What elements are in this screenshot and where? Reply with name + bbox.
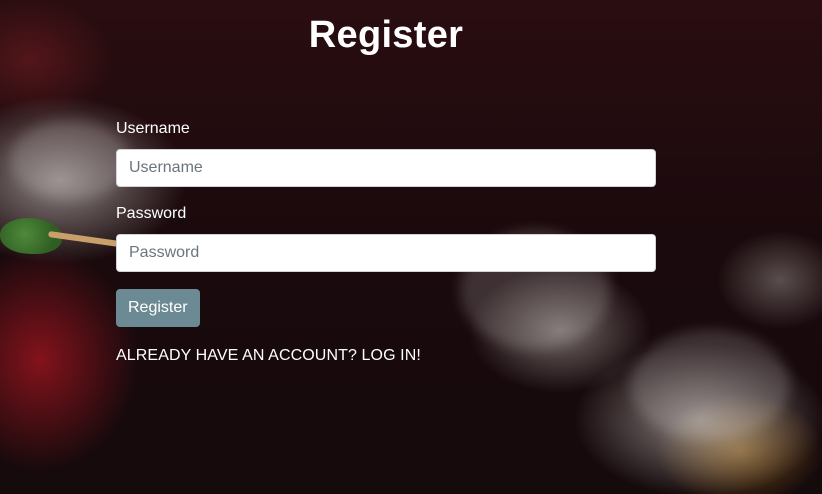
username-input[interactable]	[116, 149, 656, 187]
register-button[interactable]: Register	[116, 289, 200, 327]
page-title: Register	[308, 14, 464, 56]
register-page: Register Username Password Register ALRE…	[0, 0, 822, 494]
login-link[interactable]: ALREADY HAVE AN ACCOUNT? LOG IN!	[116, 347, 656, 365]
password-group: Password	[116, 205, 656, 272]
register-form: Username Password Register ALREADY HAVE …	[116, 120, 656, 365]
password-label: Password	[116, 205, 187, 222]
password-input[interactable]	[116, 234, 656, 272]
background-smoke	[10, 120, 130, 200]
username-label: Username	[116, 120, 190, 137]
